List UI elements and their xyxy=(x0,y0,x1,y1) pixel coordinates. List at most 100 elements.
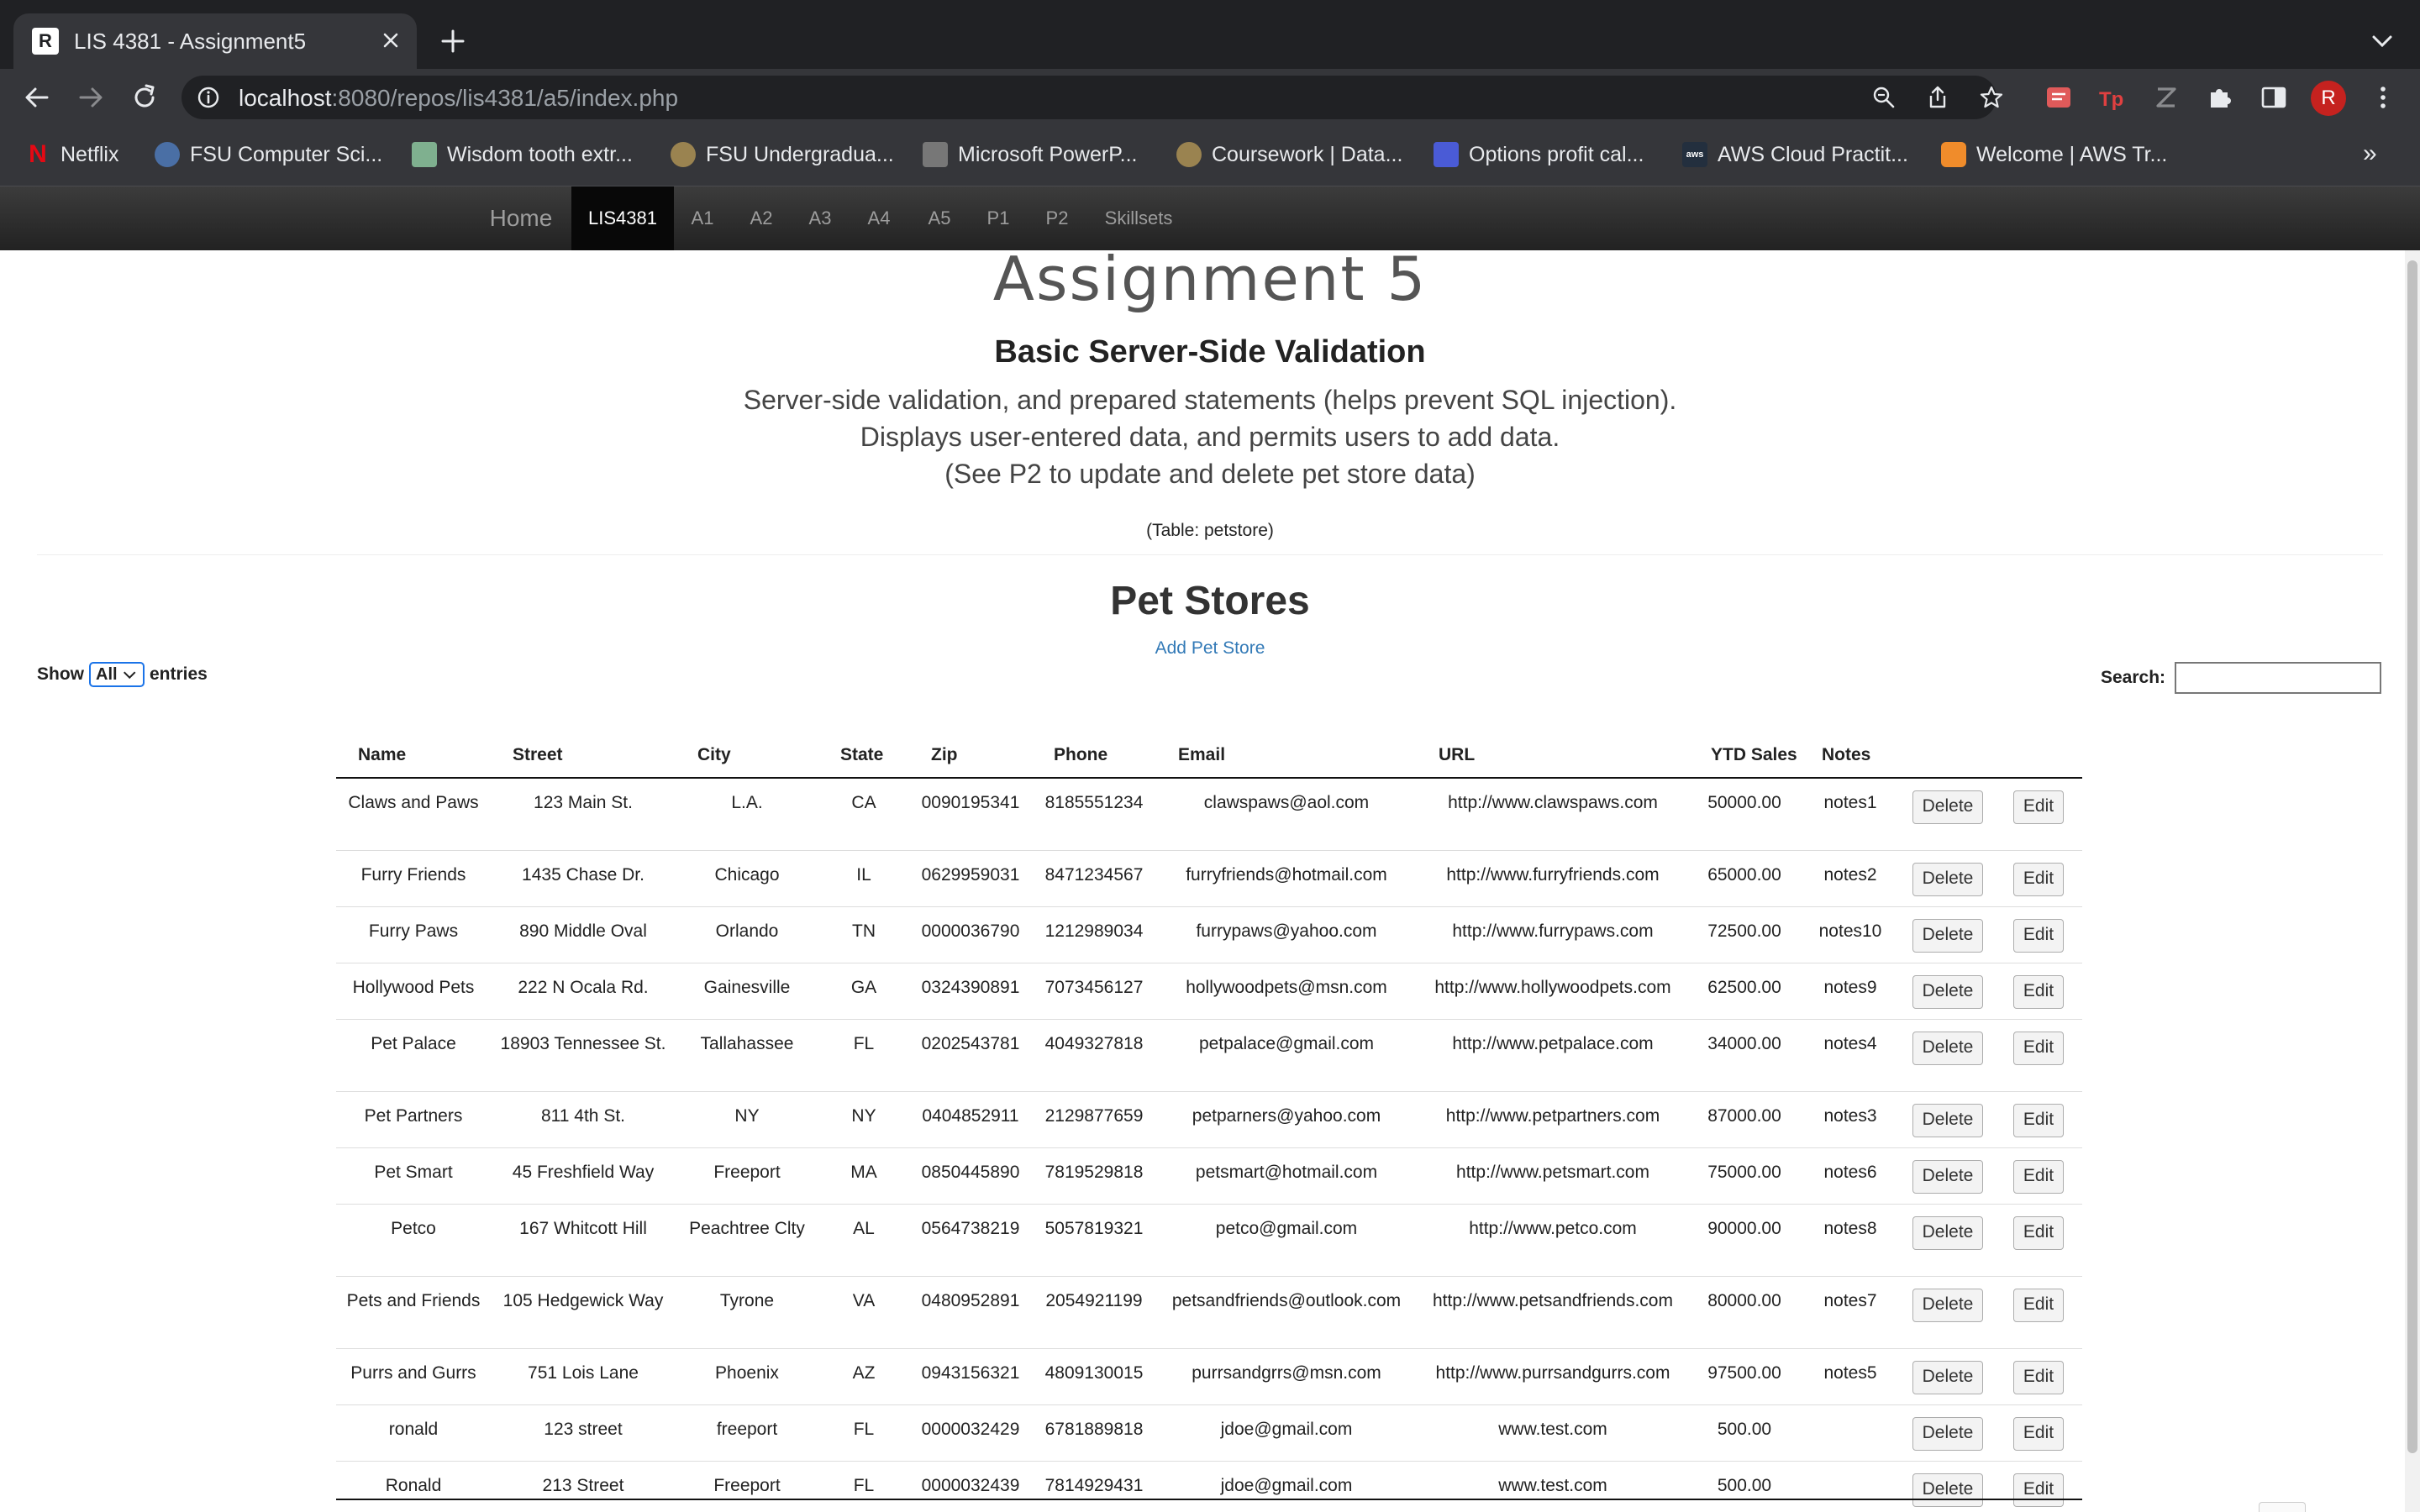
delete-button[interactable]: Delete xyxy=(1912,918,1983,953)
bookmark-star-icon[interactable] xyxy=(1978,84,2005,111)
column-header[interactable]: Street xyxy=(491,706,676,779)
column-header[interactable]: Email xyxy=(1156,706,1417,779)
column-header[interactable]: Zip xyxy=(909,706,1032,779)
column-header[interactable]: YTD Sales xyxy=(1689,706,1800,779)
delete-button[interactable]: Delete xyxy=(1912,862,1983,896)
edit-button[interactable]: Edit xyxy=(2013,1416,2064,1451)
forward-arrow-icon[interactable] xyxy=(74,81,108,114)
add-pet-store-link[interactable]: Add Pet Store xyxy=(1155,638,1265,658)
cell-edit: Edit xyxy=(1995,1460,2082,1512)
cell-phone: 7073456127 xyxy=(1032,962,1156,1019)
address-bar[interactable]: localhost:8080/repos/lis4381/a5/index.ph… xyxy=(182,76,2003,119)
delete-button[interactable]: Delete xyxy=(1912,1288,1983,1322)
edit-button[interactable]: Edit xyxy=(2013,1103,2064,1137)
chevron-down-icon xyxy=(123,671,136,680)
cell-ytd-sales: 75000.00 xyxy=(1689,1147,1800,1204)
delete-button[interactable]: Delete xyxy=(1912,974,1983,1009)
browser-menu-icon[interactable] xyxy=(2366,81,2400,114)
edit-button[interactable]: Edit xyxy=(2013,1473,2064,1507)
new-tab-icon[interactable] xyxy=(435,24,471,59)
column-header[interactable]: Phone xyxy=(1032,706,1156,779)
bookmark-fsu-undergrad[interactable]: FSU Undergradua... xyxy=(671,139,894,170)
edit-button[interactable]: Edit xyxy=(2013,1031,2064,1065)
column-header[interactable]: URL xyxy=(1417,706,1689,779)
delete-button[interactable]: Delete xyxy=(1912,1103,1983,1137)
table-note: (Table: petstore) xyxy=(1146,521,1274,540)
reload-icon[interactable] xyxy=(128,81,161,114)
extension-tp-icon[interactable]: Tp xyxy=(2096,81,2129,114)
delete-button[interactable]: Delete xyxy=(1912,1473,1983,1507)
edit-button[interactable]: Edit xyxy=(2013,790,2064,824)
fsu-seal-icon xyxy=(671,142,696,167)
extension-z-icon[interactable] xyxy=(2149,81,2183,114)
profile-avatar[interactable]: R xyxy=(2311,81,2346,116)
cell-edit: Edit xyxy=(1995,1203,2082,1276)
column-header[interactable]: City xyxy=(676,706,818,779)
url-text[interactable]: localhost:8080/repos/lis4381/a5/index.ph… xyxy=(239,85,678,112)
search-label: Search: xyxy=(2101,668,2166,687)
edit-button[interactable]: Edit xyxy=(2013,862,2064,896)
delete-button[interactable]: Delete xyxy=(1912,1159,1983,1194)
share-icon[interactable] xyxy=(1924,84,1951,111)
column-header[interactable]: Notes xyxy=(1800,706,1901,779)
nav-item-a4[interactable]: A4 xyxy=(855,186,902,250)
cell-notes xyxy=(1800,1460,1901,1512)
cell-delete: Delete xyxy=(1901,1347,1995,1404)
edit-button[interactable]: Edit xyxy=(2013,974,2064,1009)
zoom-icon[interactable] xyxy=(1870,84,1897,111)
chevron-down-icon[interactable] xyxy=(2363,24,2402,59)
extension-reader-icon[interactable] xyxy=(2042,81,2075,114)
column-header[interactable]: State xyxy=(818,706,909,779)
cell-delete: Delete xyxy=(1901,962,1995,1019)
nav-item-a2[interactable]: A2 xyxy=(738,186,785,250)
nav-item-a1[interactable]: A1 xyxy=(679,186,726,250)
back-arrow-icon[interactable] xyxy=(20,81,54,114)
nav-item-a5[interactable]: A5 xyxy=(916,186,963,250)
edit-button[interactable]: Edit xyxy=(2013,1360,2064,1394)
bookmark-aws-training[interactable]: Welcome | AWS Tr... xyxy=(1941,139,2167,170)
bookmark-wisdom-tooth[interactable]: Wisdom tooth extr... xyxy=(412,139,633,170)
entries-select[interactable]: All xyxy=(89,662,145,687)
delete-button[interactable]: Delete xyxy=(1912,1416,1983,1451)
cell-notes: notes6 xyxy=(1800,1147,1901,1204)
edit-button[interactable]: Edit xyxy=(2013,1159,2064,1194)
cell-street: 167 Whitcott Hill xyxy=(491,1203,676,1276)
pagination-control[interactable] xyxy=(2259,1502,2306,1512)
nav-item-lis4381[interactable]: LIS4381 xyxy=(571,186,674,250)
delete-button[interactable]: Delete xyxy=(1912,1215,1983,1250)
browser-tab[interactable]: R LIS 4381 - Assignment5 xyxy=(13,13,417,69)
nav-item-p2[interactable]: P2 xyxy=(1034,186,1081,250)
nav-home-link[interactable]: Home xyxy=(479,186,563,250)
bookmarks-overflow-button[interactable]: » xyxy=(2363,139,2377,168)
bookmark-options-calc[interactable]: Options profit cal... xyxy=(1434,139,1644,170)
aws-training-icon xyxy=(1941,142,1966,167)
extensions-puzzle-icon[interactable] xyxy=(2203,81,2237,114)
column-header[interactable]: Name xyxy=(336,706,491,779)
side-panel-icon[interactable] xyxy=(2257,81,2291,114)
page-scrollbar[interactable] xyxy=(2405,250,2420,1512)
edit-button[interactable]: Edit xyxy=(2013,1215,2064,1250)
nav-item-p1[interactable]: P1 xyxy=(975,186,1022,250)
cell-city: Gainesville xyxy=(676,962,818,1019)
site-info-icon[interactable] xyxy=(195,84,222,111)
bookmark-powerpoint[interactable]: Microsoft PowerP... xyxy=(923,139,1138,170)
cell-url: www.test.com xyxy=(1417,1460,1689,1512)
bookmark-coursework[interactable]: Coursework | Data... xyxy=(1176,139,1402,170)
nav-item-a3[interactable]: A3 xyxy=(797,186,844,250)
cell-state: VA xyxy=(818,1275,909,1348)
edit-button[interactable]: Edit xyxy=(2013,918,2064,953)
search-input[interactable] xyxy=(2175,662,2381,694)
close-tab-icon[interactable] xyxy=(376,26,405,55)
bookmark-aws-cloud[interactable]: aws AWS Cloud Practit... xyxy=(1682,139,1908,170)
nav-item-skillsets[interactable]: Skillsets xyxy=(1092,186,1185,250)
bookmark-netflix[interactable]: N Netflix xyxy=(25,139,118,170)
cell-city: Tallahassee xyxy=(676,1018,818,1091)
edit-button[interactable]: Edit xyxy=(2013,1288,2064,1322)
scrollbar-thumb[interactable] xyxy=(2407,260,2417,1453)
cell-edit: Edit xyxy=(1995,1018,2082,1091)
bookmark-fsu-cs[interactable]: FSU Computer Sci... xyxy=(155,139,382,170)
delete-button[interactable]: Delete xyxy=(1912,790,1983,824)
delete-button[interactable]: Delete xyxy=(1912,1360,1983,1394)
cell-state: FL xyxy=(818,1018,909,1091)
delete-button[interactable]: Delete xyxy=(1912,1031,1983,1065)
